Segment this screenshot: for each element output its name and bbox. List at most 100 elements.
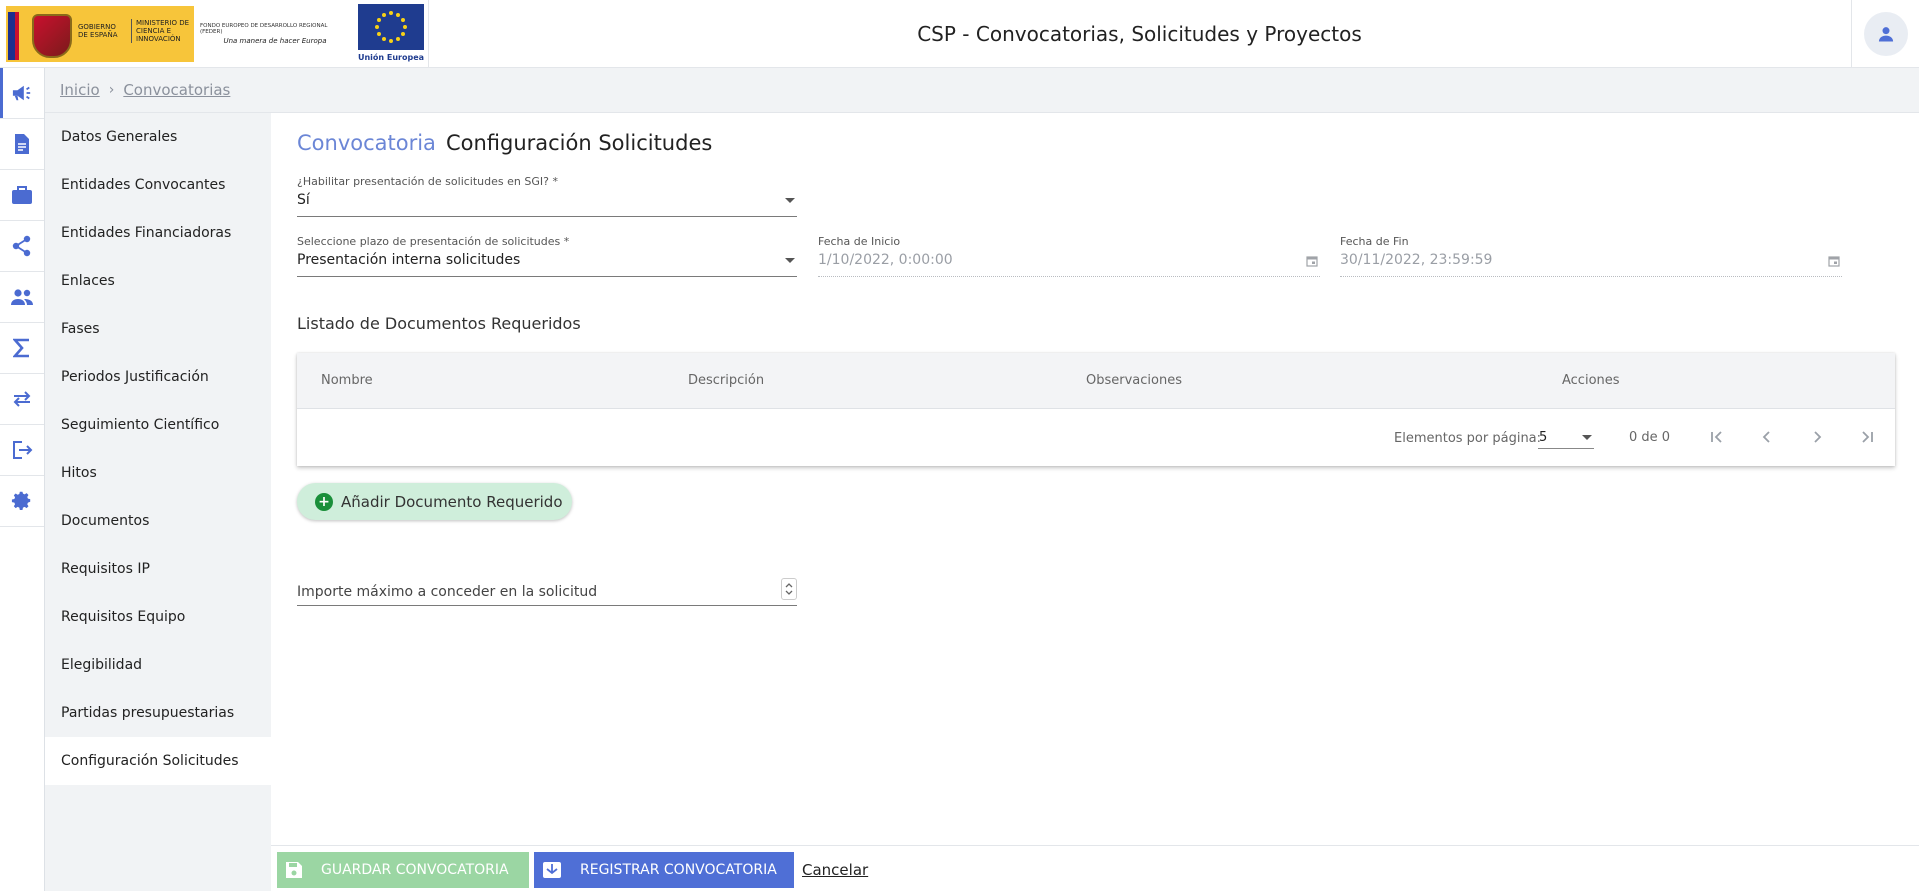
eu-flag-icon: [358, 4, 424, 50]
plazo-presentacion-value: Presentación interna solicitudes: [297, 252, 521, 268]
user-icon: [1878, 27, 1893, 42]
table-header: Nombre Descripción Observaciones Accione…: [297, 353, 1895, 409]
gobierno-logo: GOBIERNO DE ESPAÑA MINISTERIO DE CIENCIA…: [6, 6, 194, 62]
menu-item-enlaces[interactable]: Enlaces: [45, 257, 271, 305]
header-divider: [428, 0, 429, 68]
first-page-button[interactable]: [1705, 425, 1729, 449]
number-spinner[interactable]: [781, 578, 797, 600]
menu-item-datos-generales[interactable]: Datos Generales: [45, 113, 271, 161]
fecha-fin-field: Fecha de Fin 30/11/2022, 23:59:59: [1340, 235, 1842, 277]
save-convocatoria-label: GUARDAR CONVOCATORIA: [321, 862, 509, 878]
importe-maximo-placeholder: Importe máximo a conceder en la solicitu…: [297, 584, 598, 600]
menu-item-periodos-justificacion[interactable]: Periodos Justificación: [45, 353, 271, 401]
menu-item-partidas-presupuestarias[interactable]: Partidas presupuestarias: [45, 689, 271, 737]
menu-item-configuracion-solicitudes[interactable]: Configuración Solicitudes: [45, 737, 271, 785]
fecha-inicio-label: Fecha de Inicio: [818, 235, 901, 248]
habilitar-solicitudes-select[interactable]: ¿Habilitar presentación de solicitudes e…: [297, 175, 797, 217]
chevron-right-icon: [1814, 431, 1822, 443]
briefcase-icon: [12, 186, 32, 204]
rail-item-grupos[interactable]: [0, 272, 44, 323]
feder-logo: FONDO EUROPEO DE DESARROLLO REGIONAL (FE…: [200, 6, 350, 62]
rail-item-proyectos[interactable]: [0, 170, 44, 221]
register-convocatoria-button[interactable]: REGISTRAR CONVOCATORIA: [534, 852, 794, 888]
menu-item-documentos[interactable]: Documentos: [45, 497, 271, 545]
calendar-icon: [1828, 256, 1840, 267]
spinner-arrows-icon: [785, 583, 793, 595]
next-page-button[interactable]: [1805, 425, 1829, 449]
breadcrumb-separator: ›: [108, 82, 115, 98]
footer-actions: GUARDAR CONVOCATORIA REGISTRAR CONVOCATO…: [271, 845, 1919, 891]
importe-maximo-input[interactable]: Importe máximo a conceder en la solicitu…: [297, 578, 797, 606]
rail-item-convocatorias[interactable]: [0, 68, 44, 119]
menu-item-fases[interactable]: Fases: [45, 305, 271, 353]
breadcrumb-home-link[interactable]: Inicio: [60, 81, 100, 99]
chevron-down-icon: [785, 258, 795, 263]
column-header-observaciones[interactable]: Observaciones: [1086, 373, 1182, 388]
previous-page-button[interactable]: [1755, 425, 1779, 449]
menu-item-entidades-convocantes[interactable]: Entidades Convocantes: [45, 161, 271, 209]
rail-item-salir[interactable]: [0, 425, 44, 476]
last-page-button[interactable]: [1855, 425, 1879, 449]
app-title: CSP - Convocatorias, Solicitudes y Proye…: [917, 22, 1362, 46]
menu-item-entidades-financiadoras[interactable]: Entidades Financiadoras: [45, 209, 271, 257]
fecha-inicio-value: 1/10/2022, 0:00:00: [818, 252, 953, 268]
feder-text: FONDO EUROPEO DE DESARROLLO REGIONAL (FE…: [200, 23, 328, 35]
coat-of-arms-icon: [32, 14, 72, 58]
calendar-icon: [1306, 256, 1318, 267]
user-menu-button[interactable]: [1863, 12, 1908, 56]
megaphone-icon: [12, 85, 31, 101]
page-title-prefix: Convocatoria: [297, 131, 436, 155]
items-per-page-value: 5: [1539, 430, 1548, 445]
ue-label: Unión Europea: [357, 53, 425, 62]
breadcrumb-convocatorias-link[interactable]: Convocatorias: [123, 81, 230, 99]
habilitar-solicitudes-label: ¿Habilitar presentación de solicitudes e…: [297, 175, 558, 188]
rail-item-config[interactable]: [0, 476, 44, 527]
register-convocatoria-label: REGISTRAR CONVOCATORIA: [580, 862, 777, 878]
page-title-text: Configuración Solicitudes: [445, 131, 713, 155]
gobierno-text: GOBIERNO DE ESPAÑA: [78, 23, 118, 39]
page-range-label: 0 de 0: [1629, 430, 1671, 445]
page-title: Convocatoria Configuración Solicitudes: [297, 131, 712, 155]
menu-item-seguimiento-cientifico[interactable]: Seguimiento Científico: [45, 401, 271, 449]
register-icon: [543, 862, 561, 878]
menu-item-requisitos-equipo[interactable]: Requisitos Equipo: [45, 593, 271, 641]
menu-item-hitos[interactable]: Hitos: [45, 449, 271, 497]
app-header: GOBIERNO DE ESPAÑA MINISTERIO DE CIENCIA…: [0, 0, 1919, 68]
rail-item-transfer[interactable]: [0, 374, 44, 425]
gear-icon: [11, 491, 31, 511]
fecha-inicio-field: Fecha de Inicio 1/10/2022, 0:00:00: [818, 235, 1320, 277]
menu-item-elegibilidad[interactable]: Elegibilidad: [45, 641, 271, 689]
module-rail: [0, 68, 45, 891]
rail-item-sumatorio[interactable]: [0, 323, 44, 374]
save-convocatoria-button[interactable]: GUARDAR CONVOCATORIA: [277, 852, 529, 888]
items-per-page-select[interactable]: 5: [1538, 425, 1594, 449]
items-per-page-label: Elementos por página:: [1394, 431, 1542, 446]
rail-item-share[interactable]: [0, 221, 44, 272]
fecha-fin-label: Fecha de Fin: [1340, 235, 1409, 248]
main-content: Convocatoria Configuración Solicitudes ¿…: [271, 113, 1919, 845]
save-icon: [286, 862, 302, 878]
user-area: [1851, 0, 1919, 68]
column-header-descripcion[interactable]: Descripción: [688, 373, 764, 388]
ministerio-text: MINISTERIO DE CIENCIA E INNOVACIÓN: [131, 19, 191, 43]
last-page-icon: [1862, 431, 1873, 443]
exit-icon: [13, 441, 33, 459]
swap-arrows-icon: [13, 391, 31, 407]
menu-item-requisitos-ip[interactable]: Requisitos IP: [45, 545, 271, 593]
add-documento-requerido-button[interactable]: + Añadir Documento Requerido: [297, 483, 572, 520]
logos: GOBIERNO DE ESPAÑA MINISTERIO DE CIENCIA…: [6, 4, 424, 64]
documentos-section-title: Listado de Documentos Requeridos: [297, 314, 581, 333]
group-icon: [11, 289, 33, 305]
section-menu: Datos Generales Entidades Convocantes En…: [45, 113, 271, 891]
fecha-fin-value: 30/11/2022, 23:59:59: [1340, 252, 1493, 268]
plazo-presentacion-select[interactable]: Seleccione plazo de presentación de soli…: [297, 235, 797, 277]
cancel-link[interactable]: Cancelar: [802, 861, 868, 879]
ue-logo: Unión Europea: [358, 4, 424, 64]
share-icon: [12, 235, 31, 257]
documentos-table: Nombre Descripción Observaciones Accione…: [297, 353, 1895, 466]
rail-item-solicitudes[interactable]: [0, 119, 44, 170]
sigma-icon: [13, 338, 29, 358]
column-header-acciones: Acciones: [1562, 373, 1620, 388]
column-header-nombre[interactable]: Nombre: [321, 373, 373, 388]
feder-slogan: Una manera de hacer Europa: [223, 37, 327, 45]
